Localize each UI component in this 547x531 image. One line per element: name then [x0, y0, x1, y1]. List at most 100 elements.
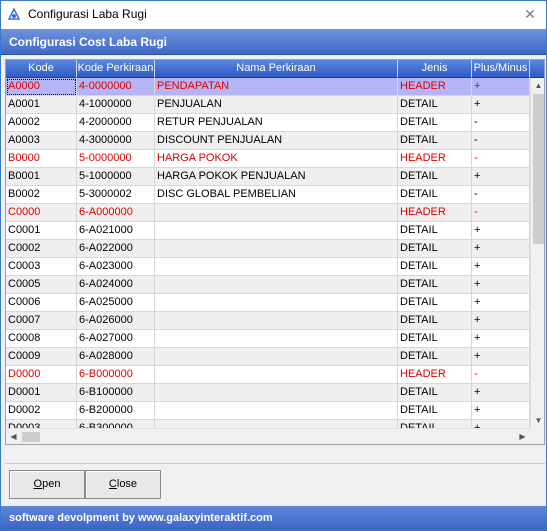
- table-row[interactable]: D0002 6-B200000 DETAIL +: [6, 402, 530, 420]
- cell-kode-perkiraan[interactable]: 6-A023000: [77, 258, 155, 276]
- cell-nama-perkiraan[interactable]: DISC GLOBAL PEMBELIAN: [155, 186, 398, 204]
- cell-jenis[interactable]: DETAIL: [398, 168, 472, 186]
- cell-kode[interactable]: D0001: [6, 384, 77, 402]
- cell-nama-perkiraan[interactable]: [155, 294, 398, 312]
- cell-nama-perkiraan[interactable]: [155, 402, 398, 420]
- table-row[interactable]: C0003 6-A023000 DETAIL +: [6, 258, 530, 276]
- cell-plus-minus[interactable]: -: [472, 150, 530, 168]
- cell-kode-perkiraan[interactable]: 6-A022000: [77, 240, 155, 258]
- table-row[interactable]: B0000 5-0000000 HARGA POKOK HEADER -: [6, 150, 530, 168]
- table-row[interactable]: B0002 5-3000002 DISC GLOBAL PEMBELIAN DETAI…: [6, 186, 530, 204]
- cell-nama-perkiraan[interactable]: HARGA POKOK PENJUALAN: [155, 168, 398, 186]
- cell-plus-minus[interactable]: +: [472, 240, 530, 258]
- cell-kode[interactable]: A0001: [6, 96, 77, 114]
- cell-plus-minus[interactable]: +: [472, 384, 530, 402]
- cell-jenis[interactable]: HEADER: [398, 366, 472, 384]
- cell-jenis[interactable]: DETAIL: [398, 186, 472, 204]
- cell-nama-perkiraan[interactable]: [155, 240, 398, 258]
- scroll-up-icon[interactable]: ▲: [531, 78, 544, 93]
- table-row[interactable]: A0001 4-1000000 PENJUALAN DETAIL +: [6, 96, 530, 114]
- column-header-plus-minus[interactable]: Plus/Minus: [472, 60, 530, 78]
- table-row[interactable]: A0003 4-3000000 DISCOUNT PENJUALAN DETAIL -: [6, 132, 530, 150]
- cell-plus-minus[interactable]: -: [472, 204, 530, 222]
- cell-jenis[interactable]: HEADER: [398, 78, 472, 96]
- cell-plus-minus[interactable]: -: [472, 132, 530, 150]
- cell-plus-minus[interactable]: -: [472, 186, 530, 204]
- cell-nama-perkiraan[interactable]: DISCOUNT PENJUALAN: [155, 132, 398, 150]
- cell-kode-perkiraan[interactable]: 6-A000000: [77, 204, 155, 222]
- cell-kode[interactable]: B0001: [6, 168, 77, 186]
- cell-nama-perkiraan[interactable]: [155, 366, 398, 384]
- table-row[interactable]: C0006 6-A025000 DETAIL +: [6, 294, 530, 312]
- cell-kode[interactable]: A0000: [6, 78, 77, 96]
- cell-plus-minus[interactable]: +: [472, 168, 530, 186]
- cell-kode[interactable]: C0001: [6, 222, 77, 240]
- cell-kode[interactable]: D0002: [6, 402, 77, 420]
- column-header-nama-perkiraan[interactable]: Nama Perkiraan: [155, 60, 398, 78]
- table-row[interactable]: C0002 6-A022000 DETAIL +: [6, 240, 530, 258]
- cell-jenis[interactable]: DETAIL: [398, 132, 472, 150]
- cell-nama-perkiraan[interactable]: RETUR PENJUALAN: [155, 114, 398, 132]
- table-row[interactable]: C0007 6-A026000 DETAIL +: [6, 312, 530, 330]
- cell-jenis[interactable]: DETAIL: [398, 348, 472, 366]
- cell-kode[interactable]: C0002: [6, 240, 77, 258]
- open-button[interactable]: Open: [9, 470, 85, 499]
- cell-kode-perkiraan[interactable]: 4-1000000: [77, 96, 155, 114]
- cell-plus-minus[interactable]: +: [472, 312, 530, 330]
- cell-kode-perkiraan[interactable]: 6-B100000: [77, 384, 155, 402]
- cell-nama-perkiraan[interactable]: [155, 204, 398, 222]
- cell-plus-minus[interactable]: +: [472, 222, 530, 240]
- cell-plus-minus[interactable]: +: [472, 276, 530, 294]
- cell-kode[interactable]: C0006: [6, 294, 77, 312]
- cell-nama-perkiraan[interactable]: PENDAPATAN: [155, 78, 398, 96]
- cell-jenis[interactable]: DETAIL: [398, 114, 472, 132]
- cell-plus-minus[interactable]: -: [472, 114, 530, 132]
- cell-kode-perkiraan[interactable]: 6-B000000: [77, 366, 155, 384]
- cell-nama-perkiraan[interactable]: [155, 330, 398, 348]
- horizontal-scrollbar[interactable]: ◀ ▶: [6, 428, 530, 444]
- cell-jenis[interactable]: DETAIL: [398, 276, 472, 294]
- table-row[interactable]: C0009 6-A028000 DETAIL +: [6, 348, 530, 366]
- cell-kode-perkiraan[interactable]: 5-1000000: [77, 168, 155, 186]
- cell-jenis[interactable]: DETAIL: [398, 222, 472, 240]
- cell-kode-perkiraan[interactable]: 6-A026000: [77, 312, 155, 330]
- cell-plus-minus[interactable]: +: [472, 294, 530, 312]
- column-header-jenis[interactable]: Jenis: [398, 60, 472, 78]
- table-row[interactable]: C0005 6-A024000 DETAIL +: [6, 276, 530, 294]
- cell-nama-perkiraan[interactable]: [155, 312, 398, 330]
- cell-jenis[interactable]: DETAIL: [398, 294, 472, 312]
- cell-plus-minus[interactable]: +: [472, 402, 530, 420]
- cell-kode[interactable]: C0005: [6, 276, 77, 294]
- table-row[interactable]: C0008 6-A027000 DETAIL +: [6, 330, 530, 348]
- horizontal-scroll-thumb[interactable]: [22, 432, 40, 442]
- cell-kode-perkiraan[interactable]: 6-B200000: [77, 402, 155, 420]
- close-button[interactable]: Close: [85, 470, 161, 499]
- cell-kode-perkiraan[interactable]: 6-A028000: [77, 348, 155, 366]
- cell-kode[interactable]: B0002: [6, 186, 77, 204]
- vertical-scroll-thumb[interactable]: [533, 94, 544, 244]
- table-row[interactable]: B0001 5-1000000 HARGA POKOK PENJUALAN DETAI…: [6, 168, 530, 186]
- cell-kode-perkiraan[interactable]: 6-A025000: [77, 294, 155, 312]
- close-icon[interactable]: ✕: [520, 5, 540, 23]
- cell-kode[interactable]: D0000: [6, 366, 77, 384]
- scroll-down-icon[interactable]: ▼: [531, 413, 544, 428]
- cell-plus-minus[interactable]: +: [472, 78, 530, 96]
- vertical-scrollbar[interactable]: ▲ ▼: [530, 78, 544, 428]
- cell-nama-perkiraan[interactable]: HARGA POKOK: [155, 150, 398, 168]
- cell-nama-perkiraan[interactable]: [155, 348, 398, 366]
- table-row[interactable]: A0000 4-0000000 PENDAPATAN HEADER +: [6, 78, 530, 96]
- cell-jenis[interactable]: DETAIL: [398, 312, 472, 330]
- cell-kode-perkiraan[interactable]: 6-A027000: [77, 330, 155, 348]
- cell-kode-perkiraan[interactable]: 6-A021000: [77, 222, 155, 240]
- scroll-left-icon[interactable]: ◀: [6, 429, 21, 444]
- table-row[interactable]: D0001 6-B100000 DETAIL +: [6, 384, 530, 402]
- cell-kode-perkiraan[interactable]: 5-3000002: [77, 186, 155, 204]
- cell-nama-perkiraan[interactable]: [155, 384, 398, 402]
- cell-plus-minus[interactable]: +: [472, 348, 530, 366]
- cell-jenis[interactable]: DETAIL: [398, 240, 472, 258]
- cell-plus-minus[interactable]: +: [472, 258, 530, 276]
- table-row[interactable]: D0000 6-B000000 HEADER -: [6, 366, 530, 384]
- cell-jenis[interactable]: DETAIL: [398, 96, 472, 114]
- cell-nama-perkiraan[interactable]: PENJUALAN: [155, 96, 398, 114]
- cell-kode-perkiraan[interactable]: 4-2000000: [77, 114, 155, 132]
